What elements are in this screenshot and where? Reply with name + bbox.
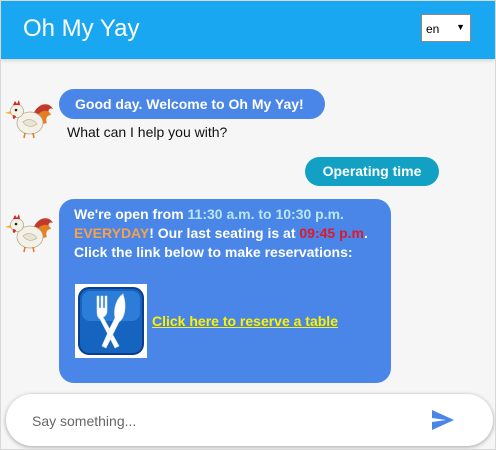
bot-greeting-bubble: Good day. Welcome to Oh My Yay!: [59, 89, 325, 119]
user-message-bubble[interactable]: Operating time: [305, 157, 439, 186]
cutlery-icon[interactable]: [75, 284, 147, 358]
hours-text-open: We're open from: [74, 206, 188, 222]
chat-app: Oh My Yay en ▼ Good day. Welcome to Oh M…: [0, 0, 496, 450]
rooster-icon: [5, 100, 53, 139]
chat-log: Good day. Welcome to Oh My Yay! What can…: [1, 59, 495, 391]
send-icon[interactable]: [430, 408, 456, 432]
bot-help-prompt: What can I help you with?: [67, 124, 228, 140]
app-header: Oh My Yay en ▼: [1, 1, 495, 59]
hours-everyday: EVERYDAY: [74, 225, 150, 241]
language-selected-value: en: [426, 22, 440, 36]
message-input-bar: [6, 394, 493, 446]
hours-time-range: 11:30 a.m. to 10:30 p.m.: [187, 206, 344, 222]
hours-last-seating: 09:45 p.m: [299, 225, 364, 241]
app-title: Oh My Yay: [23, 15, 140, 42]
reserve-table-link[interactable]: Click here to reserve a table: [152, 312, 338, 331]
hours-text-seating: ! Our last seating is at: [149, 225, 300, 241]
language-select[interactable]: en ▼: [421, 14, 471, 42]
bot-hours-bubble: We're open from 11:30 a.m. to 10:30 p.m.…: [59, 199, 391, 383]
rooster-icon: [5, 214, 53, 253]
chevron-down-icon: ▼: [456, 22, 465, 32]
reservation-row: Click here to reserve a table: [75, 284, 375, 358]
message-input[interactable]: [30, 404, 414, 438]
